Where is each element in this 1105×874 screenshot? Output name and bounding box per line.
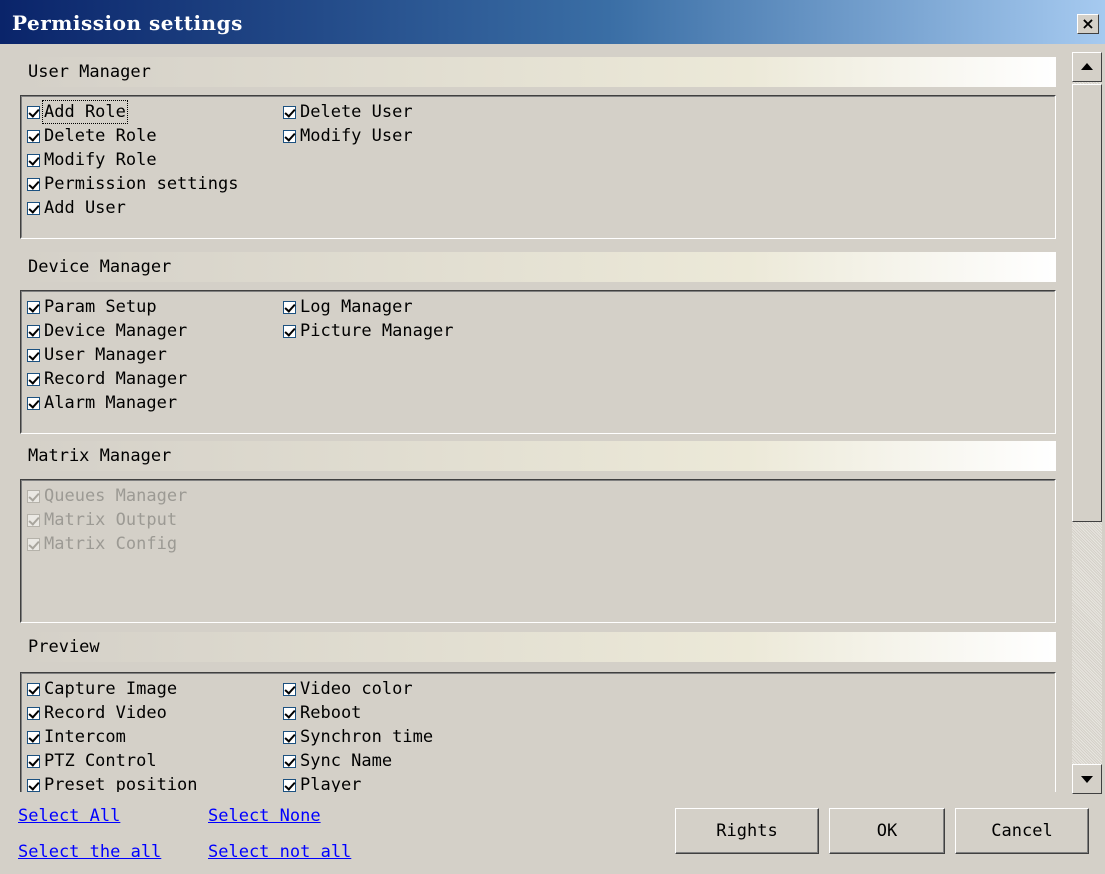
checkbox-capture-image[interactable]: Capture Image xyxy=(27,677,198,701)
select-all-link[interactable]: Select All xyxy=(18,806,120,826)
check-icon xyxy=(27,682,40,696)
checkbox-device-manager[interactable]: Device Manager xyxy=(27,319,187,343)
section-user-manager: Add Role Delete Role Modify Role Permiss… xyxy=(20,95,1056,239)
ok-button[interactable]: OK xyxy=(829,808,945,854)
checkbox-alarm-manager[interactable]: Alarm Manager xyxy=(27,391,187,415)
check-icon xyxy=(27,778,40,792)
close-button[interactable]: × xyxy=(1077,14,1099,34)
check-icon xyxy=(283,324,296,338)
checkbox-sync-name[interactable]: Sync Name xyxy=(283,749,433,773)
check-icon xyxy=(283,682,296,696)
check-icon xyxy=(283,754,296,768)
arrow-up-icon xyxy=(1081,63,1093,70)
checkbox-modify-role[interactable]: Modify Role xyxy=(27,148,238,172)
check-icon xyxy=(283,105,296,119)
checkbox-preset-position[interactable]: Preset position xyxy=(27,773,198,792)
scroll-down-button[interactable] xyxy=(1072,764,1102,794)
select-none-link[interactable]: Select None xyxy=(208,806,321,826)
checkbox-delete-role[interactable]: Delete Role xyxy=(27,124,238,148)
checkbox-param-setup[interactable]: Param Setup xyxy=(27,295,187,319)
checkbox-player[interactable]: Player xyxy=(283,773,433,792)
arrow-down-icon xyxy=(1081,776,1093,783)
title-bar[interactable]: Permission settings × xyxy=(0,0,1105,44)
check-icon xyxy=(27,348,40,362)
checkbox-matrix-config: Matrix Config xyxy=(27,532,187,556)
check-icon xyxy=(27,129,40,143)
checkbox-record-manager[interactable]: Record Manager xyxy=(27,367,187,391)
checkbox-matrix-output: Matrix Output xyxy=(27,508,187,532)
vertical-scrollbar[interactable] xyxy=(1072,52,1102,794)
checkbox-modify-user[interactable]: Modify User xyxy=(283,124,413,148)
section-header-preview: Preview xyxy=(20,632,1056,662)
check-icon xyxy=(27,513,40,527)
checkbox-intercom[interactable]: Intercom xyxy=(27,725,198,749)
check-icon xyxy=(283,778,296,792)
checkbox-synchron-time[interactable]: Synchron time xyxy=(283,725,433,749)
checkbox-permission-settings[interactable]: Permission settings xyxy=(27,172,238,196)
checkbox-record-video[interactable]: Record Video xyxy=(27,701,198,725)
check-icon xyxy=(27,372,40,386)
check-icon xyxy=(27,396,40,410)
check-icon xyxy=(27,153,40,167)
check-icon xyxy=(27,324,40,338)
checkbox-add-role[interactable]: Add Role xyxy=(27,100,238,124)
check-icon xyxy=(27,300,40,314)
check-icon xyxy=(27,201,40,215)
check-icon xyxy=(27,105,40,119)
checkbox-delete-user[interactable]: Delete User xyxy=(283,100,413,124)
section-matrix-manager: Queues Manager Matrix Output Matrix Conf… xyxy=(20,479,1056,623)
rights-button[interactable]: Rights xyxy=(675,808,819,854)
check-icon xyxy=(27,706,40,720)
check-icon xyxy=(283,730,296,744)
scrollbar-thumb[interactable] xyxy=(1072,84,1102,522)
checkbox-video-color[interactable]: Video color xyxy=(283,677,433,701)
checkbox-log-manager[interactable]: Log Manager xyxy=(283,295,454,319)
permissions-panel: User Manager Add Role Delete Role Modify… xyxy=(10,50,1070,792)
checkbox-ptz-control[interactable]: PTZ Control xyxy=(27,749,198,773)
checkbox-picture-manager[interactable]: Picture Manager xyxy=(283,319,454,343)
section-header-device-manager: Device Manager xyxy=(20,252,1056,282)
section-header-matrix-manager: Matrix Manager xyxy=(20,441,1056,471)
select-not-all-link[interactable]: Select not all xyxy=(208,842,351,862)
check-icon xyxy=(27,537,40,551)
check-icon xyxy=(27,177,40,191)
section-header-user-manager: User Manager xyxy=(20,57,1056,87)
cancel-button[interactable]: Cancel xyxy=(955,808,1089,854)
check-icon xyxy=(283,706,296,720)
check-icon xyxy=(27,730,40,744)
check-icon xyxy=(283,300,296,314)
section-device-manager: Param Setup Device Manager User Manager … xyxy=(20,290,1056,434)
window-title: Permission settings xyxy=(12,11,243,35)
section-preview: Capture Image Record Video Intercom PTZ … xyxy=(20,672,1056,792)
checkbox-reboot[interactable]: Reboot xyxy=(283,701,433,725)
check-icon xyxy=(27,754,40,768)
checkbox-user-manager[interactable]: User Manager xyxy=(27,343,187,367)
permission-settings-window: Permission settings × User Manager Add R… xyxy=(0,0,1105,874)
checkbox-queues-manager: Queues Manager xyxy=(27,484,187,508)
checkbox-add-user[interactable]: Add User xyxy=(27,196,238,220)
check-icon xyxy=(27,489,40,503)
select-the-all-link[interactable]: Select the all xyxy=(18,842,161,862)
check-icon xyxy=(283,129,296,143)
scroll-up-button[interactable] xyxy=(1072,52,1102,82)
